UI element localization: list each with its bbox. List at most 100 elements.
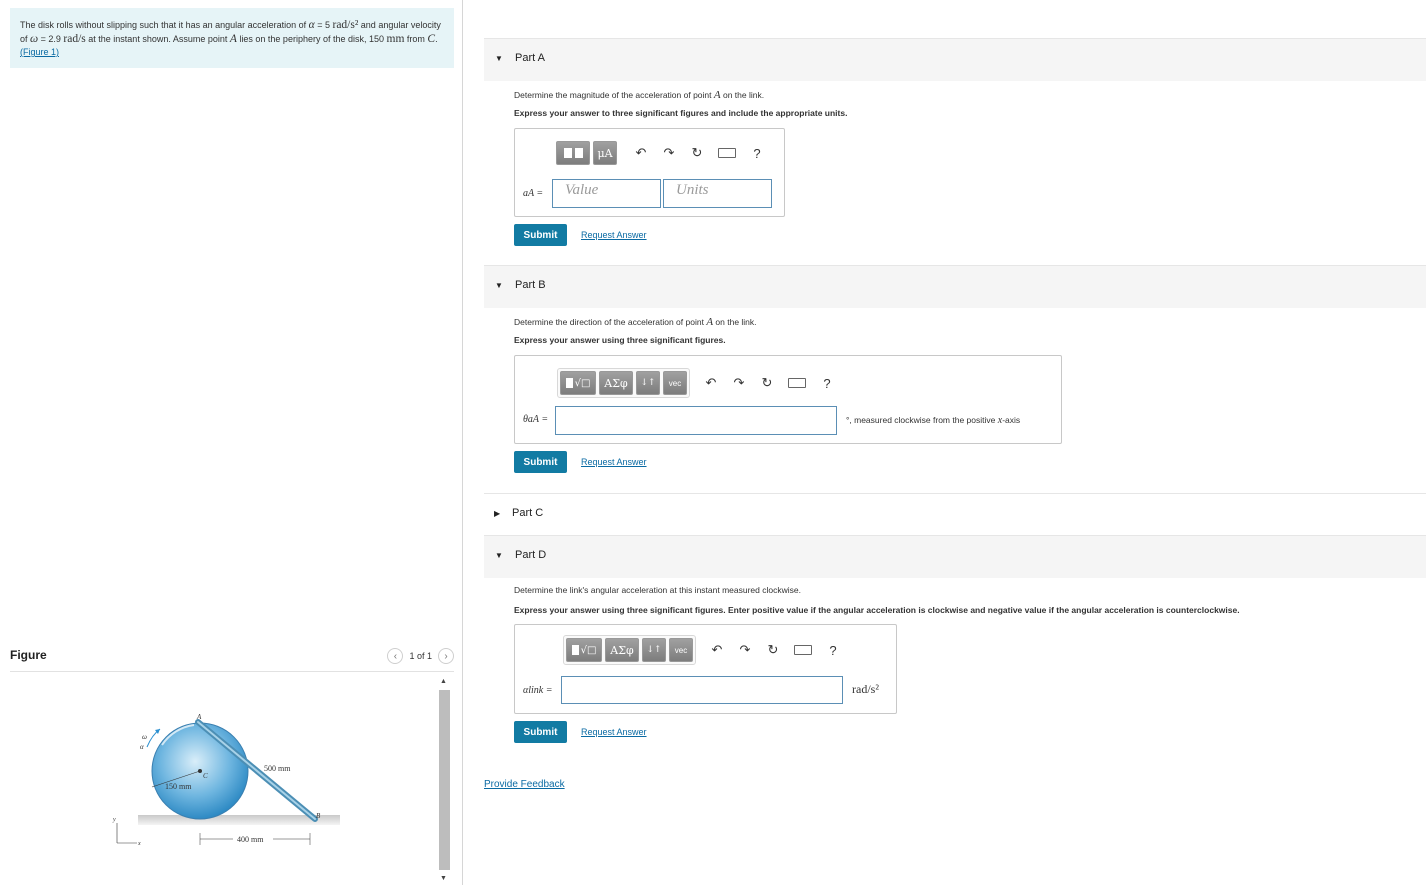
prev-figure-button[interactable]: ‹ — [387, 648, 404, 664]
omega-label: ω — [142, 733, 147, 741]
part-a-request-answer-link[interactable]: Request Answer — [581, 230, 647, 240]
part-a-toolbar: μA ↶ ↷ ↻ ? — [556, 141, 764, 165]
center-symbol: C — [427, 32, 436, 45]
link-length-label: 500 mm — [264, 764, 291, 773]
keyboard-icon[interactable] — [718, 148, 736, 158]
part-d-title: Part D — [515, 549, 547, 561]
template-icon — [563, 148, 572, 158]
part-a-header[interactable]: ▼ Part A — [484, 38, 1426, 81]
symbols-button[interactable]: ΑΣφ — [599, 371, 633, 395]
figure-scrollbar[interactable]: ▲ ▼ — [437, 677, 451, 885]
omega-symbol: ω — [30, 32, 39, 45]
template-button[interactable]: √□ — [560, 371, 596, 395]
caret-down-icon: ▼ — [495, 54, 503, 63]
part-b-request-answer-link[interactable]: Request Answer — [581, 457, 647, 467]
vector-button[interactable]: vec — [663, 371, 687, 395]
omega-unit: rad/s — [63, 32, 86, 45]
figure-link[interactable]: (Figure 1) — [20, 47, 59, 57]
part-d-answer-box: √□ ΑΣφ ↓↑ vec ↶ ↷ ↻ ? αlink = rad/s² — [514, 624, 897, 714]
direction-input[interactable] — [555, 406, 837, 435]
angular-acceleration-input[interactable] — [561, 676, 843, 704]
next-figure-button[interactable]: › — [438, 648, 454, 664]
figure-pager: ‹ 1 of 1 › — [387, 648, 454, 664]
caret-right-icon: ▶ — [494, 509, 501, 518]
help-icon[interactable]: ? — [826, 643, 840, 658]
mm-unit: mm — [386, 32, 405, 45]
left-panel: The disk rolls without slipping such tha… — [0, 0, 463, 885]
point-symbol: A — [229, 32, 237, 45]
undo-icon[interactable]: ↶ — [704, 375, 718, 391]
angular-acceleration-unit: rad/s² — [852, 682, 879, 696]
radius-label: 150 mm — [165, 782, 192, 791]
redo-icon[interactable]: ↷ — [732, 375, 746, 391]
unit-note-text: -axis — [1002, 415, 1021, 425]
units-input[interactable]: Units — [663, 179, 772, 208]
caret-down-icon: ▼ — [495, 281, 503, 290]
question-text: Determine the direction of the accelerat… — [514, 317, 707, 327]
scroll-up-icon[interactable]: ▲ — [440, 678, 447, 685]
right-panel: ▼ Part A Determine the magnitude of the … — [484, 0, 1426, 885]
part-d-toolbar: √□ ΑΣφ ↓↑ vec ↶ ↷ ↻ ? — [563, 635, 840, 665]
keyboard-icon[interactable] — [788, 378, 806, 388]
point-symbol: A — [713, 89, 721, 101]
base-length-label: 400 mm — [237, 835, 264, 844]
figure-title: Figure — [10, 648, 47, 662]
scroll-thumb[interactable] — [439, 690, 450, 870]
template-button[interactable]: √□ — [566, 638, 602, 662]
part-d-question: Determine the link's angular acceleratio… — [514, 585, 801, 595]
problem-text: lies on the periphery of the disk, 150 — [236, 33, 387, 44]
part-b-question: Determine the direction of the accelerat… — [514, 316, 757, 328]
figure-header: Figure ‹ 1 of 1 › — [10, 645, 454, 672]
y-label: y — [112, 817, 116, 823]
subscript-button[interactable]: ↓↑ — [642, 638, 666, 662]
math-button-group: √□ ΑΣφ ↓↑ vec — [563, 635, 696, 665]
alpha-unit: rad/s² — [332, 19, 359, 31]
part-c-title: Part C — [512, 507, 544, 519]
scroll-down-icon[interactable]: ▼ — [440, 875, 447, 882]
problem-text: . — [435, 33, 438, 44]
symbols-button[interactable]: ΑΣφ — [605, 638, 639, 662]
part-a-question: Determine the magnitude of the accelerat… — [514, 89, 764, 101]
part-c-header[interactable]: ▶ Part C — [484, 493, 1426, 536]
direction-unit-note: °, measured clockwise from the positive … — [846, 415, 1020, 426]
part-d-submit-button[interactable]: Submit — [514, 721, 567, 743]
provide-feedback-link[interactable]: Provide Feedback — [484, 779, 565, 790]
pager-count: 1 of 1 — [409, 651, 432, 661]
omega-value: = 2.9 — [38, 33, 64, 44]
part-b-header[interactable]: ▼ Part B — [484, 265, 1426, 308]
vector-button[interactable]: vec — [669, 638, 693, 662]
point-b-label: B — [316, 812, 321, 820]
part-b-title: Part B — [515, 279, 546, 291]
part-d-instruction: Express your answer using three signific… — [514, 605, 1240, 615]
point-c-label: C — [203, 772, 208, 780]
disk-link-figure: ω α A C B 500 mm 150 mm 400 mm y x — [112, 713, 340, 847]
units-button[interactable]: μA — [593, 141, 617, 165]
part-d-request-answer-link[interactable]: Request Answer — [581, 727, 647, 737]
redo-icon[interactable]: ↷ — [738, 642, 752, 658]
reset-icon[interactable]: ↻ — [760, 375, 774, 391]
part-a-instruction: Express your answer to three significant… — [514, 108, 848, 118]
undo-icon[interactable]: ↶ — [710, 642, 724, 658]
point-a-label: A — [196, 713, 202, 721]
part-a-title: Part A — [515, 52, 545, 64]
subscript-button[interactable]: ↓↑ — [636, 371, 660, 395]
chevron-left-icon: ‹ — [393, 650, 398, 662]
part-d-header[interactable]: ▼ Part D — [484, 535, 1426, 578]
part-a-submit-button[interactable]: Submit — [514, 224, 567, 246]
redo-icon[interactable]: ↷ — [662, 145, 676, 161]
caret-down-icon: ▼ — [495, 551, 503, 560]
part-b-answer-box: √□ ΑΣφ ↓↑ vec ↶ ↷ ↻ ? θaA = °, measured … — [514, 355, 1062, 444]
help-icon[interactable]: ? — [820, 376, 834, 391]
undo-icon[interactable]: ↶ — [634, 145, 648, 161]
value-input[interactable]: Value — [552, 179, 661, 208]
help-icon[interactable]: ? — [750, 146, 764, 161]
reset-icon[interactable]: ↻ — [690, 145, 704, 161]
problem-statement: The disk rolls without slipping such tha… — [10, 8, 454, 68]
template-button[interactable] — [556, 141, 590, 165]
reset-icon[interactable]: ↻ — [766, 642, 780, 658]
part-b-submit-button[interactable]: Submit — [514, 451, 567, 473]
alpha-label: α — [140, 743, 144, 751]
part-a-answer-box: μA ↶ ↷ ↻ ? aA = Value Units — [514, 128, 785, 217]
problem-text: The disk rolls without slipping such tha… — [20, 20, 309, 30]
keyboard-icon[interactable] — [794, 645, 812, 655]
